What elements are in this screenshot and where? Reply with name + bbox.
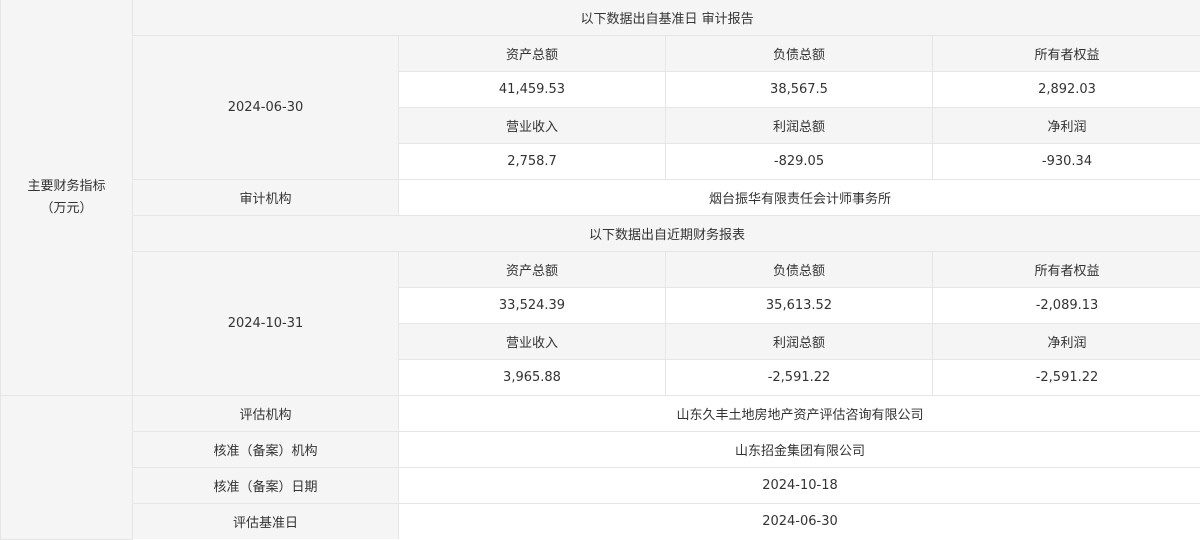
approval-date-label: 核准（备案）日期 bbox=[132, 467, 399, 504]
evaluation-side-cell bbox=[0, 395, 133, 540]
audit-section-heading: 以下数据出自基准日 审计报告 bbox=[131, 0, 1200, 36]
audit-header-row-1: 2024-06-30 资产总额 负债总额 所有者权益 bbox=[1, 35, 1200, 180]
recent-section-heading: 以下数据出自近期财务报表 bbox=[131, 215, 1200, 252]
recent-heading-row: 以下数据出自近期财务报表 bbox=[1, 215, 1200, 252]
main-financial-indicators-label: 主要财务指标 （万元） bbox=[0, 0, 133, 396]
header-net-profit: 净利润 bbox=[931, 323, 1200, 360]
value-total-assets: 41,459.53 bbox=[398, 71, 666, 108]
value-total-profit: -829.05 bbox=[665, 143, 933, 180]
auditor-row: 审计机构 烟台振华有限责任会计师事务所 bbox=[1, 179, 1200, 216]
auditor-label: 审计机构 bbox=[132, 179, 399, 216]
value-net-profit: -2,591.22 bbox=[931, 359, 1200, 396]
base-date-label: 评估基准日 bbox=[132, 503, 399, 539]
header-total-profit: 利润总额 bbox=[665, 323, 933, 360]
auditor-value: 烟台振华有限责任会计师事务所 bbox=[397, 179, 1200, 216]
recent-date: 2024-10-31 bbox=[132, 251, 399, 396]
evaluation-agency-value: 山东久丰土地房地产资产评估咨询有限公司 bbox=[397, 395, 1200, 432]
audit-date: 2024-06-30 bbox=[132, 35, 399, 180]
value-owners-equity: 2,892.03 bbox=[931, 71, 1200, 108]
approval-date-row: 核准（备案）日期 2024-10-18 bbox=[1, 467, 1200, 504]
header-operating-revenue: 营业收入 bbox=[398, 107, 666, 144]
header-total-assets: 资产总额 bbox=[398, 251, 666, 288]
base-date-row: 评估基准日 2024-06-30 bbox=[1, 503, 1200, 539]
header-net-profit: 净利润 bbox=[931, 107, 1200, 144]
evaluation-agency-label: 评估机构 bbox=[132, 395, 399, 432]
header-total-profit: 利润总额 bbox=[665, 107, 933, 144]
approval-agency-value: 山东招金集团有限公司 bbox=[397, 431, 1200, 468]
financial-indicators-table: 主要财务指标 （万元） 以下数据出自基准日 审计报告 2024-06-30 资产… bbox=[0, 0, 1200, 540]
header-owners-equity: 所有者权益 bbox=[931, 35, 1200, 72]
header-owners-equity: 所有者权益 bbox=[931, 251, 1200, 288]
value-total-liabilities: 35,613.52 bbox=[665, 287, 933, 324]
value-owners-equity: -2,089.13 bbox=[931, 287, 1200, 324]
value-net-profit: -930.34 bbox=[931, 143, 1200, 180]
base-date-value: 2024-06-30 bbox=[397, 503, 1200, 539]
header-operating-revenue: 营业收入 bbox=[398, 323, 666, 360]
header-total-liabilities: 负债总额 bbox=[665, 35, 933, 72]
value-total-assets: 33,524.39 bbox=[398, 287, 666, 324]
recent-header-row-1: 2024-10-31 资产总额 负债总额 所有者权益 bbox=[1, 251, 1200, 396]
approval-date-value: 2024-10-18 bbox=[397, 467, 1200, 504]
value-total-liabilities: 38,567.5 bbox=[665, 71, 933, 108]
header-total-liabilities: 负债总额 bbox=[665, 251, 933, 288]
side-label-line2: （万元） bbox=[40, 200, 93, 216]
value-total-profit: -2,591.22 bbox=[665, 359, 933, 396]
approval-agency-row: 核准（备案）机构 山东招金集团有限公司 bbox=[1, 431, 1200, 468]
side-label-line1: 主要财务指标 bbox=[27, 178, 106, 194]
evaluation-agency-row: 评估机构 山东久丰土地房地产资产评估咨询有限公司 bbox=[0, 395, 1200, 540]
value-operating-revenue: 2,758.7 bbox=[398, 143, 666, 180]
header-total-assets: 资产总额 bbox=[398, 35, 666, 72]
approval-agency-label: 核准（备案）机构 bbox=[132, 431, 399, 468]
value-operating-revenue: 3,965.88 bbox=[398, 359, 666, 396]
audit-heading-row: 主要财务指标 （万元） 以下数据出自基准日 审计报告 bbox=[0, 0, 1200, 396]
